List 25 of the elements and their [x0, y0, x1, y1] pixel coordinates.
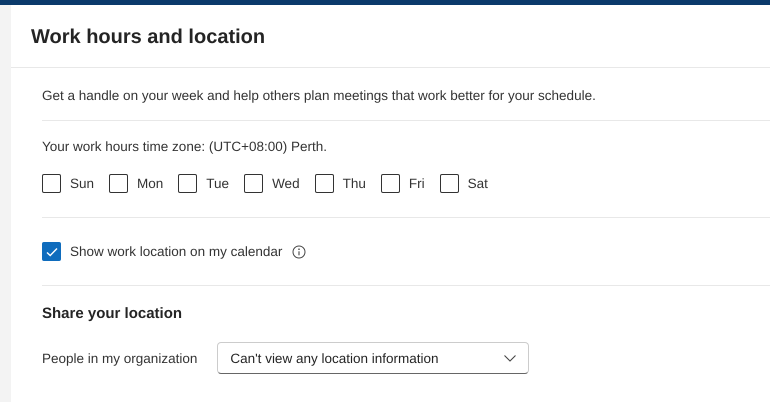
checkbox-label: Mon — [137, 176, 164, 191]
checkbox-label: Fri — [408, 176, 425, 191]
checkbox[interactable] — [244, 174, 264, 193]
location-dropdown[interactable]: Can't view any location information — [217, 342, 530, 374]
checkbox[interactable] — [178, 174, 198, 193]
checkbox[interactable] — [314, 174, 334, 193]
checkmark-icon — [46, 246, 58, 256]
checkbox[interactable] — [380, 174, 400, 193]
section-heading: Share your location — [42, 304, 184, 324]
time-zone-text: Your work hours time zone: (UTC+08:00) Perth. — [42, 138, 328, 154]
checkbox-label: Tue — [206, 176, 230, 191]
chevron-down-icon — [504, 354, 516, 362]
checkbox[interactable] — [42, 174, 61, 193]
page-title: Work hours and location — [11, 5, 770, 68]
description: Get a handle on your week and help others plan meetings that work better for your schedule. — [42, 88, 597, 103]
checkbox-label: Sun — [70, 176, 94, 191]
checkbox-label: Thu — [342, 176, 366, 191]
checkbox[interactable] — [42, 242, 61, 261]
checkbox[interactable] — [440, 174, 459, 193]
info-icon[interactable] — [292, 244, 306, 258]
checkbox-label: Show work location on my calendar — [70, 244, 282, 259]
checkbox-label: Wed — [272, 176, 300, 191]
checkbox-label: Sat — [468, 176, 488, 191]
checkbox[interactable] — [109, 174, 128, 193]
field-label: People in my organization — [42, 350, 198, 366]
